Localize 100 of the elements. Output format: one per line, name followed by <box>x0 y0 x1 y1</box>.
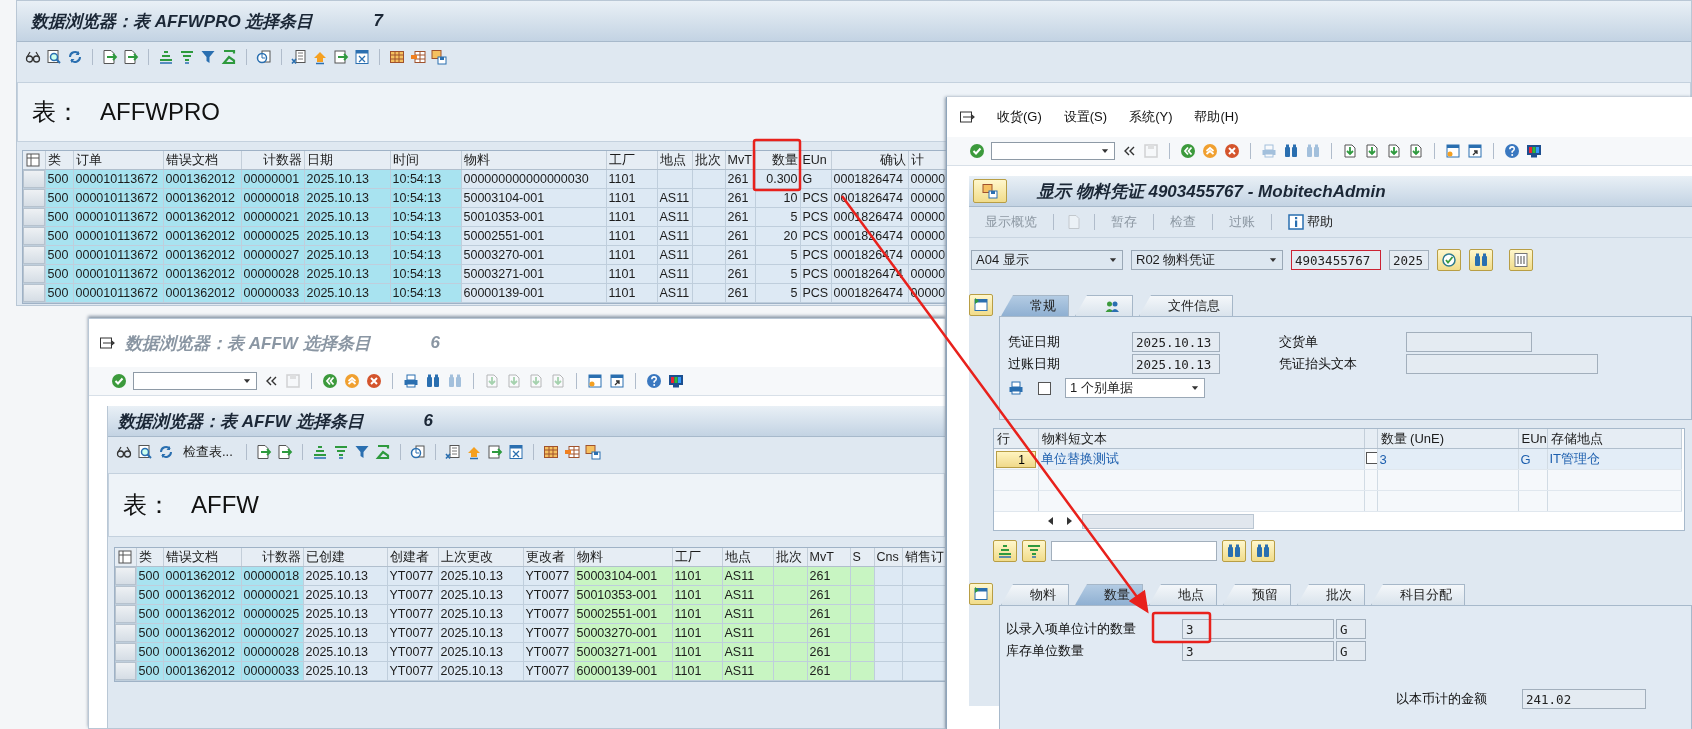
document-arrow-icon[interactable] <box>255 444 272 460</box>
delivery-note-field[interactable] <box>1406 332 1532 352</box>
column-header[interactable]: 物料 <box>461 151 606 170</box>
help-icon[interactable] <box>1504 143 1520 159</box>
column-header[interactable]: 更改者 <box>523 548 574 567</box>
page-icon[interactable] <box>1364 143 1380 159</box>
shortcut-icon[interactable] <box>1467 143 1483 159</box>
help-icon[interactable] <box>646 373 662 389</box>
print-icon[interactable] <box>403 373 419 389</box>
layout-icon[interactable] <box>584 444 601 460</box>
column-header[interactable]: 上次更改 <box>438 548 523 567</box>
sort-descending-icon[interactable] <box>332 444 349 460</box>
document-arrow-icon[interactable] <box>102 49 118 65</box>
magnifier-icon[interactable] <box>46 49 62 65</box>
column-header[interactable]: 计数器 <box>241 151 304 170</box>
tab[interactable]: 预留 <box>1223 584 1291 605</box>
info-icon[interactable] <box>1288 214 1304 230</box>
sort-ascending-icon[interactable] <box>158 49 174 65</box>
column-icon[interactable] <box>410 49 426 65</box>
column-header[interactable]: 数量 <box>755 151 800 170</box>
search-field[interactable] <box>1051 541 1217 561</box>
column-header[interactable]: 计数器 <box>241 548 303 567</box>
unit-field[interactable]: G <box>1336 641 1366 661</box>
spreadsheet-icon[interactable] <box>291 49 307 65</box>
scroll-right-icon[interactable] <box>1064 516 1074 526</box>
document-date-field[interactable]: 2025.10.13 <box>1132 332 1220 352</box>
quantity-field[interactable]: 3 <box>1182 619 1334 639</box>
unit-field[interactable]: G <box>1336 619 1366 639</box>
column-header[interactable]: 工厂 <box>672 548 722 567</box>
services-button[interactable] <box>973 179 1007 203</box>
document-arrow-icon[interactable] <box>276 444 293 460</box>
export-icon[interactable] <box>333 49 349 65</box>
amount-field[interactable]: 241.02 <box>1522 689 1646 709</box>
print-version-dropdown[interactable]: 1 个别单据 <box>1065 378 1205 398</box>
column-header[interactable]: MvT <box>807 548 850 567</box>
column-header[interactable]: 错误文档 <box>163 151 241 170</box>
partner-tab[interactable] <box>1075 295 1133 316</box>
check-table-button[interactable]: 检查表... <box>179 443 237 461</box>
column-header[interactable]: 类 <box>45 151 73 170</box>
column-header[interactable]: 地点 <box>657 151 692 170</box>
grid-icon[interactable] <box>389 49 405 65</box>
column-header[interactable]: 批次 <box>692 151 725 170</box>
help-button[interactable]: 帮助 <box>1284 213 1337 231</box>
scroll-left-icon[interactable] <box>1046 516 1056 526</box>
page-icon[interactable] <box>1342 143 1358 159</box>
window-menu-icon[interactable] <box>99 335 115 351</box>
back-icon[interactable] <box>1180 143 1196 159</box>
refresh-icon[interactable] <box>67 49 83 65</box>
command-field[interactable] <box>133 372 257 390</box>
posting-date-field[interactable]: 2025.10.13 <box>1132 354 1220 374</box>
cancel-icon[interactable] <box>1224 143 1240 159</box>
select-all-icon[interactable] <box>25 152 41 168</box>
tab[interactable]: 常规 <box>1001 295 1069 316</box>
menu-item[interactable]: 帮助(H) <box>1194 108 1239 126</box>
document-arrow-icon[interactable] <box>123 49 139 65</box>
command-field[interactable] <box>991 142 1115 160</box>
column-header[interactable]: 已创建 <box>303 548 387 567</box>
quantity-field[interactable]: 3 <box>1182 641 1334 661</box>
print-icon[interactable] <box>1008 380 1024 396</box>
row-checkbox[interactable] <box>1365 451 1376 464</box>
cancel-icon[interactable] <box>366 373 382 389</box>
column-header[interactable]: 批次 <box>773 548 807 567</box>
column-header[interactable]: 类 <box>136 548 163 567</box>
monitor-icon[interactable] <box>1526 143 1542 159</box>
back-icon[interactable] <box>322 373 338 389</box>
sort-descending-icon[interactable] <box>179 49 195 65</box>
filter-icon[interactable] <box>353 444 370 460</box>
new-window-icon[interactable] <box>587 373 603 389</box>
column-header[interactable]: 行 <box>994 429 1038 449</box>
refresh-icon[interactable] <box>158 444 174 460</box>
column-header[interactable]: Cns <box>874 548 902 567</box>
column-header[interactable]: 错误文档 <box>163 548 241 567</box>
column-header[interactable]: 存储地点 <box>1547 429 1681 449</box>
sum-icon[interactable] <box>221 49 237 65</box>
menu-item[interactable]: 收货(G) <box>997 108 1042 126</box>
shortcut-icon[interactable] <box>609 373 625 389</box>
tab[interactable]: 地点 <box>1149 584 1217 605</box>
enter-icon[interactable] <box>969 143 985 159</box>
enter-icon[interactable] <box>111 373 127 389</box>
page-icon[interactable] <box>1386 143 1402 159</box>
column-icon[interactable] <box>563 444 580 460</box>
column-header[interactable]: 物料短文本 <box>1038 429 1364 449</box>
monitor-icon[interactable] <box>668 373 684 389</box>
tab[interactable]: 科目分配 <box>1371 584 1465 605</box>
spreadsheet-icon[interactable] <box>444 444 461 460</box>
grid-icon[interactable] <box>542 444 559 460</box>
new-window-icon[interactable] <box>1445 143 1461 159</box>
tab[interactable]: 数量 <box>1075 584 1143 605</box>
export-icon[interactable] <box>486 444 503 460</box>
tab[interactable]: 批次 <box>1297 584 1365 605</box>
column-header[interactable]: 数量 (UnE) <box>1377 429 1518 449</box>
sum-icon[interactable] <box>374 444 391 460</box>
reference-dropdown[interactable]: R02 物料凭证 <box>1131 250 1283 270</box>
scrollbar-thumb[interactable] <box>1082 513 1254 529</box>
document-number-field[interactable]: 4903455767 <box>1291 250 1381 270</box>
page-icon[interactable] <box>1408 143 1424 159</box>
menu-item[interactable]: 系统(Y) <box>1129 108 1173 126</box>
column-header[interactable]: EUn <box>800 151 831 170</box>
tab[interactable]: 物料 <box>1001 584 1069 605</box>
tab[interactable]: 文件信息 <box>1139 295 1233 316</box>
